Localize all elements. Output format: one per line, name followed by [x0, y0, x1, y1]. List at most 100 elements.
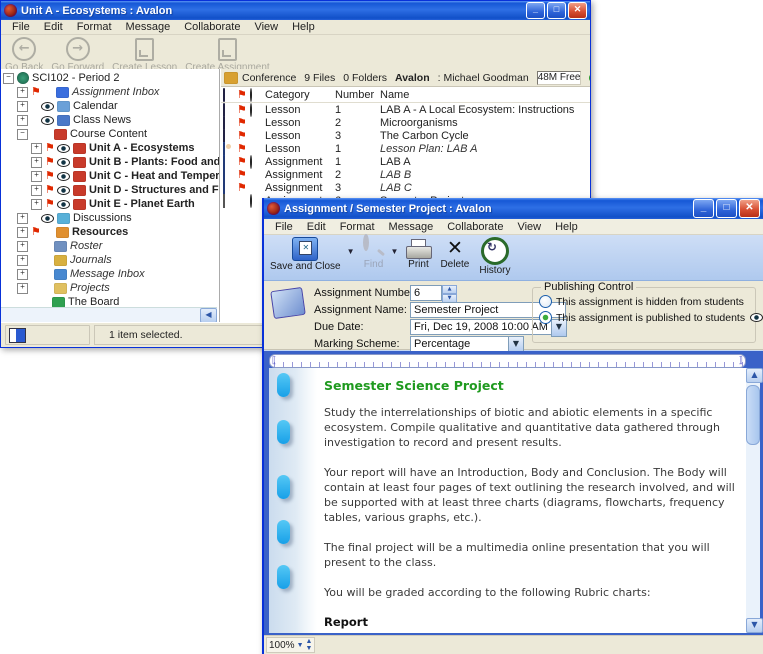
toolbar-button-go-back[interactable]: ←Go Back [5, 37, 43, 73]
maximize-button[interactable]: □ [547, 2, 566, 19]
toolbar-button-delete[interactable]: ✕Delete [440, 237, 469, 270]
expander-icon[interactable]: + [31, 157, 42, 168]
menu-format[interactable]: Format [70, 21, 119, 33]
expander-icon[interactable]: + [31, 199, 42, 210]
column-number[interactable]: Number [335, 89, 380, 101]
zoom-stepper-icon[interactable]: ▲▼ [306, 638, 313, 652]
minimize-button[interactable]: _ [693, 199, 714, 218]
dropdown-arrow-icon[interactable]: ▼ [347, 247, 355, 256]
dropdown-arrow-icon[interactable]: ▼ [391, 247, 399, 256]
expander-icon[interactable]: + [17, 255, 28, 266]
window1-titlebar[interactable]: Unit A - Ecosystems : Avalon _ □ ✕ [1, 1, 590, 20]
tree-item-unit-c-heat-and-temperature[interactable]: +⚑Unit C - Heat and Temperature [3, 169, 219, 183]
folders-count: 0 Folders [343, 72, 387, 84]
expander-icon[interactable]: + [17, 241, 28, 252]
toolbar-button-create-lesson[interactable]: Create Lesson [112, 37, 177, 73]
expander-icon[interactable]: + [17, 213, 28, 224]
tree-item-projects[interactable]: +Projects [3, 281, 219, 295]
expander-icon[interactable]: + [17, 101, 28, 112]
list-item-lab-a-a-local-ecosystem-instructions[interactable]: ⚑Lesson1LAB A - A Local Ecosystem: Instr… [221, 103, 590, 116]
expander-icon[interactable]: + [31, 143, 42, 154]
tree-horizontal-scrollbar[interactable]: ◀ [1, 307, 217, 322]
expander-icon[interactable]: + [17, 115, 28, 126]
menu-message[interactable]: Message [119, 21, 178, 33]
menu-format[interactable]: Format [333, 221, 382, 233]
expander-icon[interactable]: + [31, 185, 42, 196]
toolbar-button-go-forward[interactable]: →Go Forward [51, 37, 104, 73]
chevron-down-icon[interactable]: ▼ [297, 642, 304, 649]
tree-item-calendar[interactable]: +Calendar [3, 99, 219, 113]
expander-icon[interactable]: + [17, 283, 28, 294]
tree-item-roster[interactable]: +Roster [3, 239, 219, 253]
radio-selected-icon[interactable] [539, 311, 552, 324]
close-button[interactable]: ✕ [739, 199, 760, 218]
menu-file[interactable]: File [268, 221, 300, 233]
menu-view[interactable]: View [247, 21, 285, 33]
list-item-lab-a[interactable]: ⚑Assignment1LAB A [221, 155, 590, 168]
zoom-control[interactable]: 100% ▼ ▲▼ [266, 637, 315, 653]
scrollbar-thumb[interactable] [746, 385, 760, 445]
panel-view-icon[interactable] [9, 328, 26, 343]
menu-collaborate[interactable]: Collaborate [440, 221, 510, 233]
expander-icon[interactable]: + [31, 171, 42, 182]
document-vertical-scrollbar[interactable]: ▲ ▼ [746, 368, 760, 633]
menu-view[interactable]: View [510, 221, 548, 233]
window2-titlebar[interactable]: Assignment / Semester Project : Avalon _… [264, 198, 763, 219]
tree-item-unit-d-structures-and-forces[interactable]: +⚑Unit D - Structures and Forces [3, 183, 219, 197]
assignment-number-stepper[interactable]: ▲▼ [442, 285, 457, 303]
menu-help[interactable]: Help [548, 221, 585, 233]
list-item-microorganisms[interactable]: ⚑Lesson2Microorganisms [221, 116, 590, 129]
scroll-up-icon[interactable]: ▲ [746, 368, 763, 383]
tree-item-resources[interactable]: +⚑Resources [3, 225, 219, 239]
radio-unselected-icon[interactable] [539, 295, 552, 308]
radio-published-option[interactable]: This assignment is published to students [539, 311, 755, 324]
tree-item-class-news[interactable]: +Class News [3, 113, 219, 127]
ruler-right-indent-marker[interactable]: ⟧ [739, 356, 743, 366]
document-content[interactable]: Semester Science Project Study the inter… [324, 374, 736, 633]
radio-hidden-option[interactable]: This assignment is hidden from students [539, 295, 755, 308]
cell-name: LAB C [380, 182, 590, 194]
assignment-number-input[interactable]: 6 [410, 285, 442, 301]
document-page[interactable]: Semester Science Project Study the inter… [269, 368, 746, 633]
ruler-left-indent-marker[interactable]: ⟦ [272, 356, 276, 366]
tree-item-journals[interactable]: +Journals [3, 253, 219, 267]
column-category[interactable]: Category [265, 89, 335, 101]
tree-item-assignment-inbox[interactable]: +⚑Assignment Inbox [3, 85, 219, 99]
tree-item-unit-e-planet-earth[interactable]: +⚑Unit E - Planet Earth [3, 197, 219, 211]
list-item-the-carbon-cycle[interactable]: ⚑Lesson3The Carbon Cycle [221, 129, 590, 142]
toolbar-button-history[interactable]: History [479, 237, 510, 276]
toolbar-button-print[interactable]: Print [406, 237, 430, 270]
list-item-lab-b[interactable]: ⚑Assignment2LAB B [221, 168, 590, 181]
scroll-left-icon[interactable]: ◀ [200, 308, 217, 322]
tree-item-discussions[interactable]: +Discussions [3, 211, 219, 225]
close-button[interactable]: ✕ [568, 2, 587, 19]
menu-message[interactable]: Message [382, 221, 441, 233]
menu-file[interactable]: File [5, 21, 37, 33]
list-item-lesson-plan-lab-a[interactable]: ⚑Lesson1Lesson Plan: LAB A [221, 142, 590, 155]
menu-edit[interactable]: Edit [37, 21, 70, 33]
tree-item-unit-a-ecosystems[interactable]: +⚑Unit A - Ecosystems [3, 141, 219, 155]
tree-item-message-inbox[interactable]: +Message Inbox [3, 267, 219, 281]
expander-icon[interactable]: − [17, 129, 28, 140]
marking-scheme-select[interactable]: Percentage [410, 336, 523, 352]
tree-item-unit-b-plants-food-and-fibre[interactable]: +⚑Unit B - Plants: Food and Fibre [3, 155, 219, 169]
minimize-button[interactable]: _ [526, 2, 545, 19]
list-header-row[interactable]: ⚑ Category Number Name [221, 87, 590, 103]
expander-icon[interactable]: + [17, 87, 28, 98]
toolbar-button-create-assignment[interactable]: Create Assignment [185, 37, 270, 73]
tree-root-sci102[interactable]: −SCI102 - Period 2 [3, 71, 219, 85]
list-item-lab-c[interactable]: ⚑Assignment3LAB C [221, 181, 590, 194]
scroll-down-icon[interactable]: ▼ [746, 618, 763, 633]
user-status-icon[interactable] [589, 73, 590, 83]
expander-icon[interactable]: + [17, 269, 28, 280]
expander-icon[interactable]: + [17, 227, 28, 238]
expander-icon[interactable]: − [3, 73, 14, 84]
maximize-button[interactable]: □ [716, 199, 737, 218]
toolbar-button-save-and-close[interactable]: Save and Close [270, 237, 341, 272]
tree-item-course-content[interactable]: −Course Content [3, 127, 219, 141]
menu-help[interactable]: Help [285, 21, 322, 33]
menu-edit[interactable]: Edit [300, 221, 333, 233]
ruler[interactable]: ⟦ ⟧ [269, 354, 746, 368]
column-name[interactable]: Name [380, 89, 590, 101]
menu-collaborate[interactable]: Collaborate [177, 21, 247, 33]
